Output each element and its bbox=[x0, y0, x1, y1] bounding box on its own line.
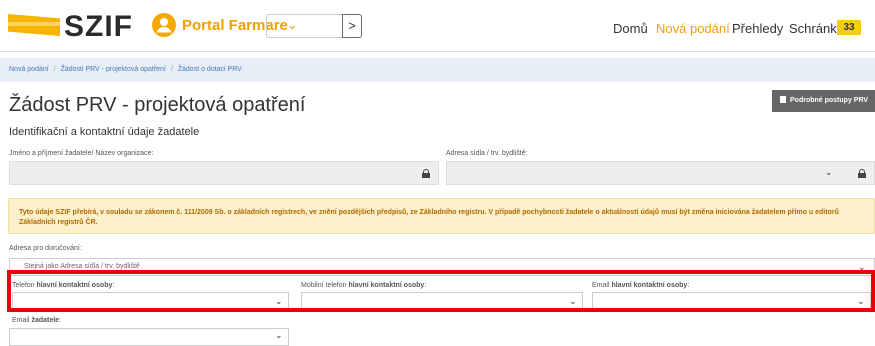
registry-notice: Tyto údaje SZIF přebírá, v souladu se zá… bbox=[8, 198, 875, 234]
breadcrumb-item[interactable]: Nová podání bbox=[9, 66, 49, 73]
subject-select[interactable] bbox=[266, 14, 342, 38]
delivery-address-value: Stejná jako Adresa sídla / trv. bydliště bbox=[24, 263, 140, 270]
name-label: Jméno a příjmení žadatele/ Název organiz… bbox=[9, 150, 154, 157]
breadcrumb-item[interactable]: Žádost o dotaci PRV bbox=[178, 66, 242, 73]
address-field: ⌄ bbox=[446, 161, 875, 185]
breadcrumb-separator: / bbox=[53, 66, 56, 73]
go-button[interactable]: > bbox=[342, 14, 362, 38]
procedures-button-label: Podrobné postupy PRV bbox=[790, 97, 869, 104]
szif-logo-flag bbox=[8, 14, 60, 36]
delivery-address-label: Adresa pro doručování: bbox=[9, 245, 82, 252]
user-icon[interactable] bbox=[152, 13, 176, 37]
procedures-button[interactable]: Podrobné postupy PRV bbox=[772, 90, 875, 112]
chevron-down-icon: ⌄ bbox=[825, 167, 833, 177]
name-field bbox=[9, 161, 439, 185]
top-bar: SZIF Portal Farmare ⌄ > Domů Nová podání… bbox=[0, 0, 875, 52]
nav-home[interactable]: Domů bbox=[613, 21, 648, 36]
breadcrumb-item[interactable]: Žádosti PRV - projektová opatření bbox=[61, 66, 166, 73]
document-icon bbox=[780, 96, 786, 103]
brand-logo[interactable]: SZIF bbox=[64, 10, 133, 44]
nav-new-submissions[interactable]: Nová podání bbox=[656, 21, 730, 36]
applicant-email-label: Email žadatele: bbox=[12, 317, 62, 324]
address-label: Adresa sídla / trv. bydliště: bbox=[446, 150, 528, 157]
chevron-down-icon: ⌄ bbox=[275, 330, 283, 340]
nav-inbox[interactable]: Schránka bbox=[789, 21, 844, 36]
highlight-frame bbox=[7, 270, 875, 312]
section-title: Identifikační a kontaktní údaje žadatele bbox=[9, 126, 200, 138]
inbox-count-badge[interactable]: 33 bbox=[837, 20, 861, 35]
nav-overviews[interactable]: Přehledy bbox=[732, 21, 783, 36]
breadcrumb-separator: / bbox=[170, 66, 173, 73]
page-title: Žádost PRV - projektová opatření bbox=[9, 94, 306, 116]
breadcrumb: Nová podání / Žádosti PRV - projektová o… bbox=[0, 58, 875, 82]
lock-icon bbox=[422, 169, 430, 178]
applicant-email-select[interactable]: ⌄ bbox=[9, 328, 289, 346]
lock-icon bbox=[858, 169, 866, 178]
